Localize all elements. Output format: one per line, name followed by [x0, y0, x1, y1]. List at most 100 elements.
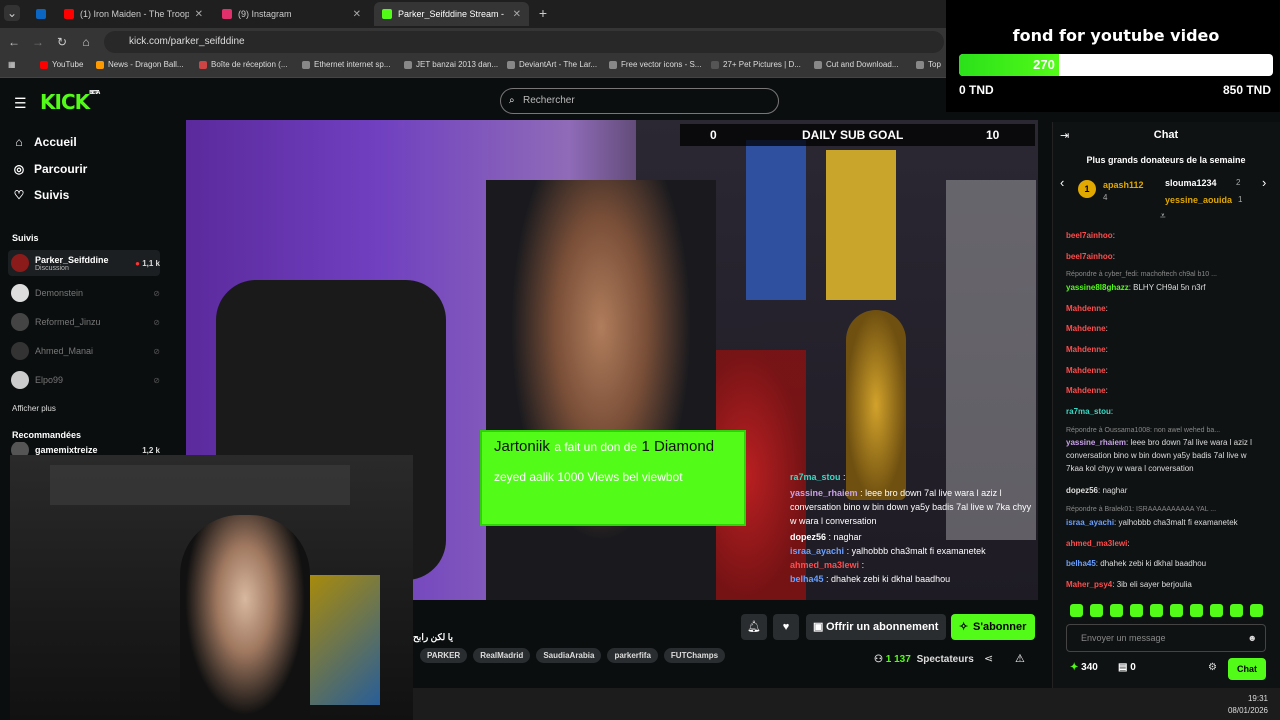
apps-icon[interactable]: ▦ — [8, 60, 16, 69]
emote-icon[interactable] — [1170, 604, 1183, 617]
search-input[interactable]: ⌕ Rechercher — [500, 88, 779, 114]
reload-icon[interactable]: ↻ — [54, 34, 70, 50]
dragonball-icon — [96, 60, 104, 69]
nav-following[interactable]: ♡ Suivis — [12, 188, 70, 202]
emote-icon[interactable] — [1090, 604, 1103, 617]
chat-message-input[interactable]: Envoyer un message ☻ — [1066, 624, 1266, 652]
channel-points[interactable]: ✦ 340 — [1070, 662, 1098, 673]
close-icon[interactable]: ✕ — [195, 9, 203, 20]
chat-username[interactable]: Maher_psy4 — [1066, 580, 1112, 589]
emote-icon[interactable] — [1190, 604, 1203, 617]
chat-username[interactable]: yassine8l8ghazz — [1066, 283, 1129, 292]
gift-subscription-button[interactable]: ▣ Offrir un abonnement — [806, 614, 946, 640]
followed-channel-reformed-jinzu[interactable]: Reformed_Jinzu ⊘ — [8, 309, 160, 335]
chat-username[interactable]: dopez56 — [1066, 486, 1098, 495]
kick-logo[interactable]: KICKBETA — [40, 90, 100, 114]
tag[interactable]: PARKER — [420, 648, 468, 663]
bookmark-deviantart[interactable]: DeviantArt - The Lar... — [507, 60, 597, 69]
emote-icon[interactable] — [1130, 604, 1143, 617]
bookmark-ethernet[interactable]: Ethernet internet sp... — [302, 60, 391, 69]
tag[interactable]: parkerfifa — [607, 648, 658, 663]
donor-name[interactable]: yessine_aouida — [1165, 195, 1232, 205]
chat-username[interactable]: beel7ainhoo — [1066, 231, 1113, 240]
jersey-decoration — [826, 150, 896, 300]
tag-list: PARKER RealMadrid SaudiaArabia parkerfif… — [420, 648, 726, 663]
chat-username[interactable]: Mahdenne — [1066, 386, 1106, 395]
bookmark-top[interactable]: Top — [916, 60, 941, 69]
back-icon[interactable]: ← — [6, 34, 22, 50]
followed-channel-demonstein[interactable]: Demonstein ⊘ — [8, 280, 160, 306]
chevron-left-icon[interactable]: ‹ — [1060, 175, 1064, 190]
clock-time: 19:31 — [1247, 694, 1268, 703]
chat-username[interactable]: Mahdenne — [1066, 345, 1106, 354]
tab-linkedin[interactable] — [28, 2, 52, 26]
bookmark-cut-download[interactable]: Cut and Download... — [814, 60, 899, 69]
tab-youtube[interactable]: (1) Iron Maiden - The Trooper ✕ — [56, 2, 211, 26]
tab-list-button[interactable]: ⌄ — [4, 5, 20, 21]
chat-username[interactable]: israa_ayachi — [1066, 518, 1114, 527]
follow-button[interactable]: ♥ — [773, 614, 799, 640]
bookmark-label: YouTube — [52, 60, 84, 69]
emote-icon[interactable] — [1070, 604, 1083, 617]
taskbar-clock[interactable]: 19:31 08/01/2026 — [1218, 693, 1268, 717]
kick-icon — [382, 9, 392, 19]
home-icon[interactable]: ⌂ — [78, 34, 94, 50]
donation-goal-progress-fill: 270 — [959, 54, 1059, 76]
gift-count[interactable]: ▤ 0 — [1118, 662, 1136, 673]
notification-bell-button[interactable]: 🔔︎ — [741, 614, 767, 640]
chat-username[interactable]: yassine_rhaiem — [1066, 438, 1126, 447]
emote-icon[interactable] — [1250, 604, 1263, 617]
emote-icon[interactable] — [1110, 604, 1123, 617]
chevron-right-icon[interactable]: › — [1262, 175, 1266, 190]
share-icon[interactable]: ⋖ — [984, 652, 993, 665]
chat-username[interactable]: ahmed_ma3lewi — [1066, 539, 1127, 548]
bookmark-mail[interactable]: Boîte de réception (... — [199, 60, 288, 69]
chat-username[interactable]: Mahdenne — [1066, 366, 1106, 375]
bookmark-jet[interactable]: JET banzai 2013 dan... — [404, 60, 498, 69]
followed-channel-elpo99[interactable]: Elpo99 ⊘ — [8, 367, 160, 393]
followed-channel-parker[interactable]: Parker_Seifddine Discussion ● 1,1 k — [8, 250, 160, 276]
forward-icon[interactable]: → — [30, 34, 46, 50]
chat-username[interactable]: beel7ainhoo — [1066, 252, 1113, 261]
tag[interactable]: SaudiaArabia — [536, 648, 602, 663]
chat-username[interactable]: Mahdenne — [1066, 304, 1106, 313]
bookmark-vector-icons[interactable]: Free vector icons - S... — [609, 60, 701, 69]
settings-gear-icon[interactable]: ⚙ — [1208, 662, 1217, 673]
send-chat-button[interactable]: Chat — [1228, 658, 1266, 680]
nav-browse[interactable]: ◎ Parcourir — [12, 162, 88, 176]
subscribe-button[interactable]: ✧ S'abonner — [951, 614, 1035, 640]
emote-icon[interactable] — [1210, 604, 1223, 617]
overlay-chat-line: dopez56 : naghar — [790, 532, 1038, 542]
chat-text: : — [1105, 304, 1108, 313]
chat-username[interactable]: ra7ma_stou — [1066, 407, 1111, 416]
chat-username[interactable]: Mahdenne — [1066, 324, 1106, 333]
donation-heading: Jartoniik a fait un don de 1 Diamond — [494, 438, 732, 456]
followed-channel-ahmed-manai[interactable]: Ahmed_Manai ⊘ — [8, 338, 160, 364]
show-more-link[interactable]: Afficher plus — [12, 404, 56, 413]
bookmark-dragonball[interactable]: News - Dragon Ball... — [96, 60, 184, 69]
nav-home[interactable]: ⌂ Accueil — [12, 135, 76, 149]
chat-text: : — [1112, 231, 1115, 240]
new-tab-button[interactable]: + — [535, 5, 551, 21]
tag[interactable]: RealMadrid — [473, 648, 531, 663]
emote-icon[interactable] — [1150, 604, 1163, 617]
close-icon[interactable]: ✕ — [513, 9, 521, 20]
donor-name[interactable]: apash112 — [1103, 180, 1144, 190]
tab-kick-active[interactable]: Parker_Seifddine Stream - \ ✕ — [374, 2, 529, 26]
chat-username[interactable]: belha45 — [1066, 559, 1096, 568]
close-icon[interactable]: ✕ — [353, 9, 361, 20]
menu-icon[interactable]: ☰ — [14, 95, 27, 112]
expand-donors-icon[interactable]: ⩡ — [1160, 211, 1166, 222]
chat-text: : — [1105, 386, 1108, 395]
url-field[interactable]: kick.com/parker_seifddine — [104, 31, 944, 53]
donor-name[interactable]: slouma1234 — [1165, 178, 1217, 188]
offline-icon: ⊘ — [153, 375, 160, 385]
bookmark-pet-pictures[interactable]: 27+ Pet Pictures | D... — [711, 60, 801, 69]
tab-instagram[interactable]: (9) Instagram ✕ — [214, 2, 369, 26]
report-icon[interactable]: ⚠ — [1015, 652, 1025, 665]
emoji-icon[interactable]: ☻ — [1248, 625, 1257, 651]
tag[interactable]: FUTChamps — [663, 648, 726, 663]
chat-message: Maher_psy4: 3ib eli sayer berjoulia — [1066, 578, 1266, 591]
bookmark-youtube[interactable]: YouTube — [40, 60, 83, 69]
emote-icon[interactable] — [1230, 604, 1243, 617]
